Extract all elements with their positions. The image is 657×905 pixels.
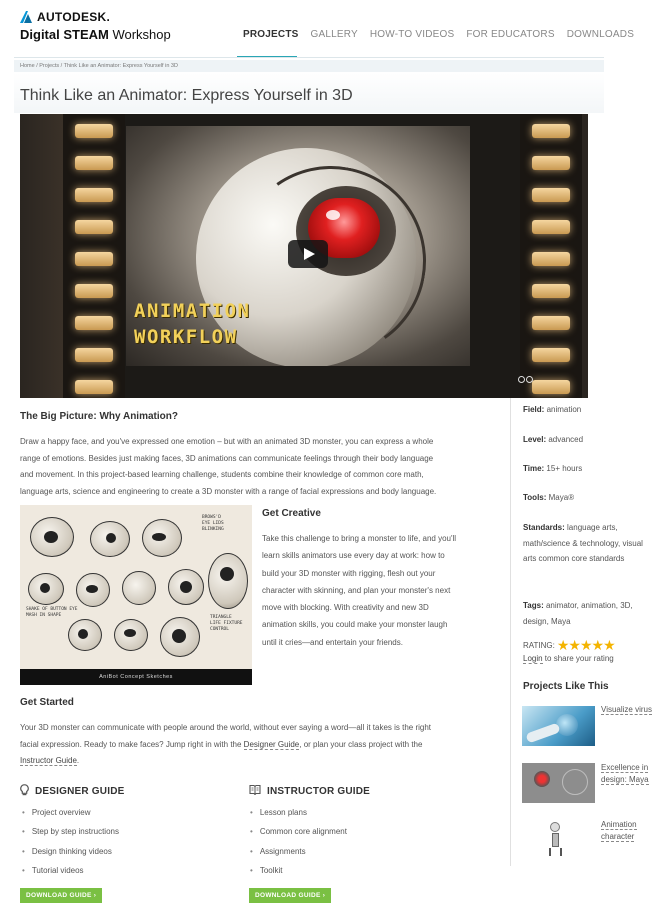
instructor-download-button[interactable]: DOWNLOAD GUIDE › — [249, 888, 332, 903]
page-title: Think Like an Animator: Express Yourself… — [20, 87, 353, 104]
rating-stars[interactable]: ★★★★★ — [557, 637, 616, 654]
character-body — [552, 833, 559, 847]
product-title[interactable]: Digital STEAM Workshop — [20, 27, 171, 42]
nav-projects[interactable]: PROJECTS — [243, 29, 299, 40]
instructor-guide-heading: INSTRUCTOR GUIDE — [249, 784, 370, 798]
meta-tools: Tools: Maya® — [523, 493, 575, 502]
play-button[interactable] — [288, 240, 328, 268]
header-divider — [14, 57, 604, 58]
list-item: Tutorial videos — [22, 866, 119, 885]
rating: RATING: ★★★★★ — [523, 637, 616, 654]
carousel-dots[interactable] — [518, 376, 533, 383]
list-item: Toolkit — [250, 866, 347, 885]
carousel-dot[interactable] — [526, 376, 533, 383]
big-picture-heading: The Big Picture: Why Animation? — [20, 411, 178, 422]
get-creative-heading: Get Creative — [262, 508, 321, 519]
sketch-image — [562, 769, 588, 795]
similar-thumb-maya[interactable] — [522, 763, 595, 803]
robot-eye-glint — [326, 210, 340, 220]
nav-gallery[interactable]: GALLERY — [311, 29, 358, 40]
designer-guide-list: Project overview Step by step instructio… — [22, 808, 119, 885]
sidebar-divider — [510, 398, 511, 866]
character-head — [550, 822, 560, 832]
virus-image — [556, 714, 578, 736]
list-item: Design thinking videos — [22, 847, 119, 866]
autodesk-brand: AUTODESK. — [37, 10, 111, 24]
carousel-dot[interactable] — [518, 376, 525, 383]
book-icon — [249, 784, 261, 798]
character-legs — [549, 848, 562, 856]
similar-projects-heading: Projects Like This — [523, 681, 609, 692]
get-started-text: Your 3D monster can communicate with peo… — [20, 723, 432, 766]
sketch-note: SHAKE OF BUTTON EYE MASH IN SHAPE — [26, 607, 78, 618]
login-link[interactable]: Login — [523, 654, 543, 664]
robot-eye-image — [534, 771, 550, 787]
list-item: Project overview — [22, 808, 119, 827]
similar-thumb-character[interactable] — [522, 818, 595, 858]
main-nav: PROJECTS GALLERY HOW-TO VIDEOS FOR EDUCA… — [243, 29, 646, 40]
film-strip-right — [520, 114, 582, 398]
sketch-note: BROWS'D EYE LIDS BLINKING — [202, 515, 224, 532]
similar-thumb-virus[interactable] — [522, 706, 595, 746]
list-item: Step by step instructions — [22, 827, 119, 846]
designer-download-button[interactable]: DOWNLOAD GUIDE › — [20, 888, 103, 903]
similar-label-maya[interactable]: Excellence in design: Maya — [601, 762, 657, 786]
instructor-guide-list: Lesson plans Common core alignment Assig… — [250, 808, 347, 885]
nav-how-to-videos[interactable]: HOW-TO VIDEOS — [370, 29, 454, 40]
play-icon — [304, 248, 315, 260]
autodesk-logo[interactable]: AUTODESK. — [20, 10, 110, 24]
film-edge — [582, 114, 588, 398]
meta-field: Field: animation — [523, 405, 582, 414]
video-overlay-title: ANIMATION WORKFLOW — [134, 300, 251, 348]
similar-label-character[interactable]: Animation character — [601, 819, 657, 843]
instructor-guide-link[interactable]: Instructor Guide — [20, 756, 77, 766]
nav-for-educators[interactable]: FOR EDUCATORS — [466, 29, 554, 40]
autodesk-logo-icon — [20, 11, 32, 23]
hand-image — [525, 722, 561, 744]
video-player[interactable]: ANIMATION WORKFLOW — [20, 114, 588, 398]
get-creative-text: Take this challenge to bring a monster t… — [262, 534, 457, 647]
concept-sketch-image: BROWS'D EYE LIDS BLINKING SHAKE OF BUTTO… — [20, 505, 252, 685]
get-started-heading: Get Started — [20, 697, 74, 708]
meta-level: Level: advanced — [523, 435, 584, 444]
film-strip-left — [63, 114, 125, 398]
designer-guide-heading: DESIGNER GUIDE — [20, 784, 124, 799]
login-line: Login to share your rating — [523, 654, 614, 664]
nav-downloads[interactable]: DOWNLOADS — [567, 29, 634, 40]
meta-standards: Standards: language arts, math/science &… — [523, 523, 643, 563]
sketch-caption: AniBot Concept Sketches — [20, 669, 252, 685]
breadcrumb[interactable]: Home / Projects / Think Like an Animator… — [14, 60, 604, 72]
film-edge — [20, 114, 63, 398]
lightbulb-icon — [20, 784, 29, 799]
list-item: Common core alignment — [250, 827, 347, 846]
meta-time: Time: 15+ hours — [523, 464, 583, 473]
list-item: Assignments — [250, 847, 347, 866]
similar-label-virus[interactable]: Visualize virus — [601, 704, 657, 716]
list-item: Lesson plans — [250, 808, 347, 827]
designer-guide-link[interactable]: Designer Guide — [243, 739, 300, 750]
big-picture-text: Draw a happy face, and you've expressed … — [20, 437, 437, 496]
meta-tags: Tags: animator, animation, 3D, design, M… — [523, 601, 633, 626]
sketch-note: TRIANGLE LIFE FIXTURE CONTROL — [210, 615, 243, 632]
